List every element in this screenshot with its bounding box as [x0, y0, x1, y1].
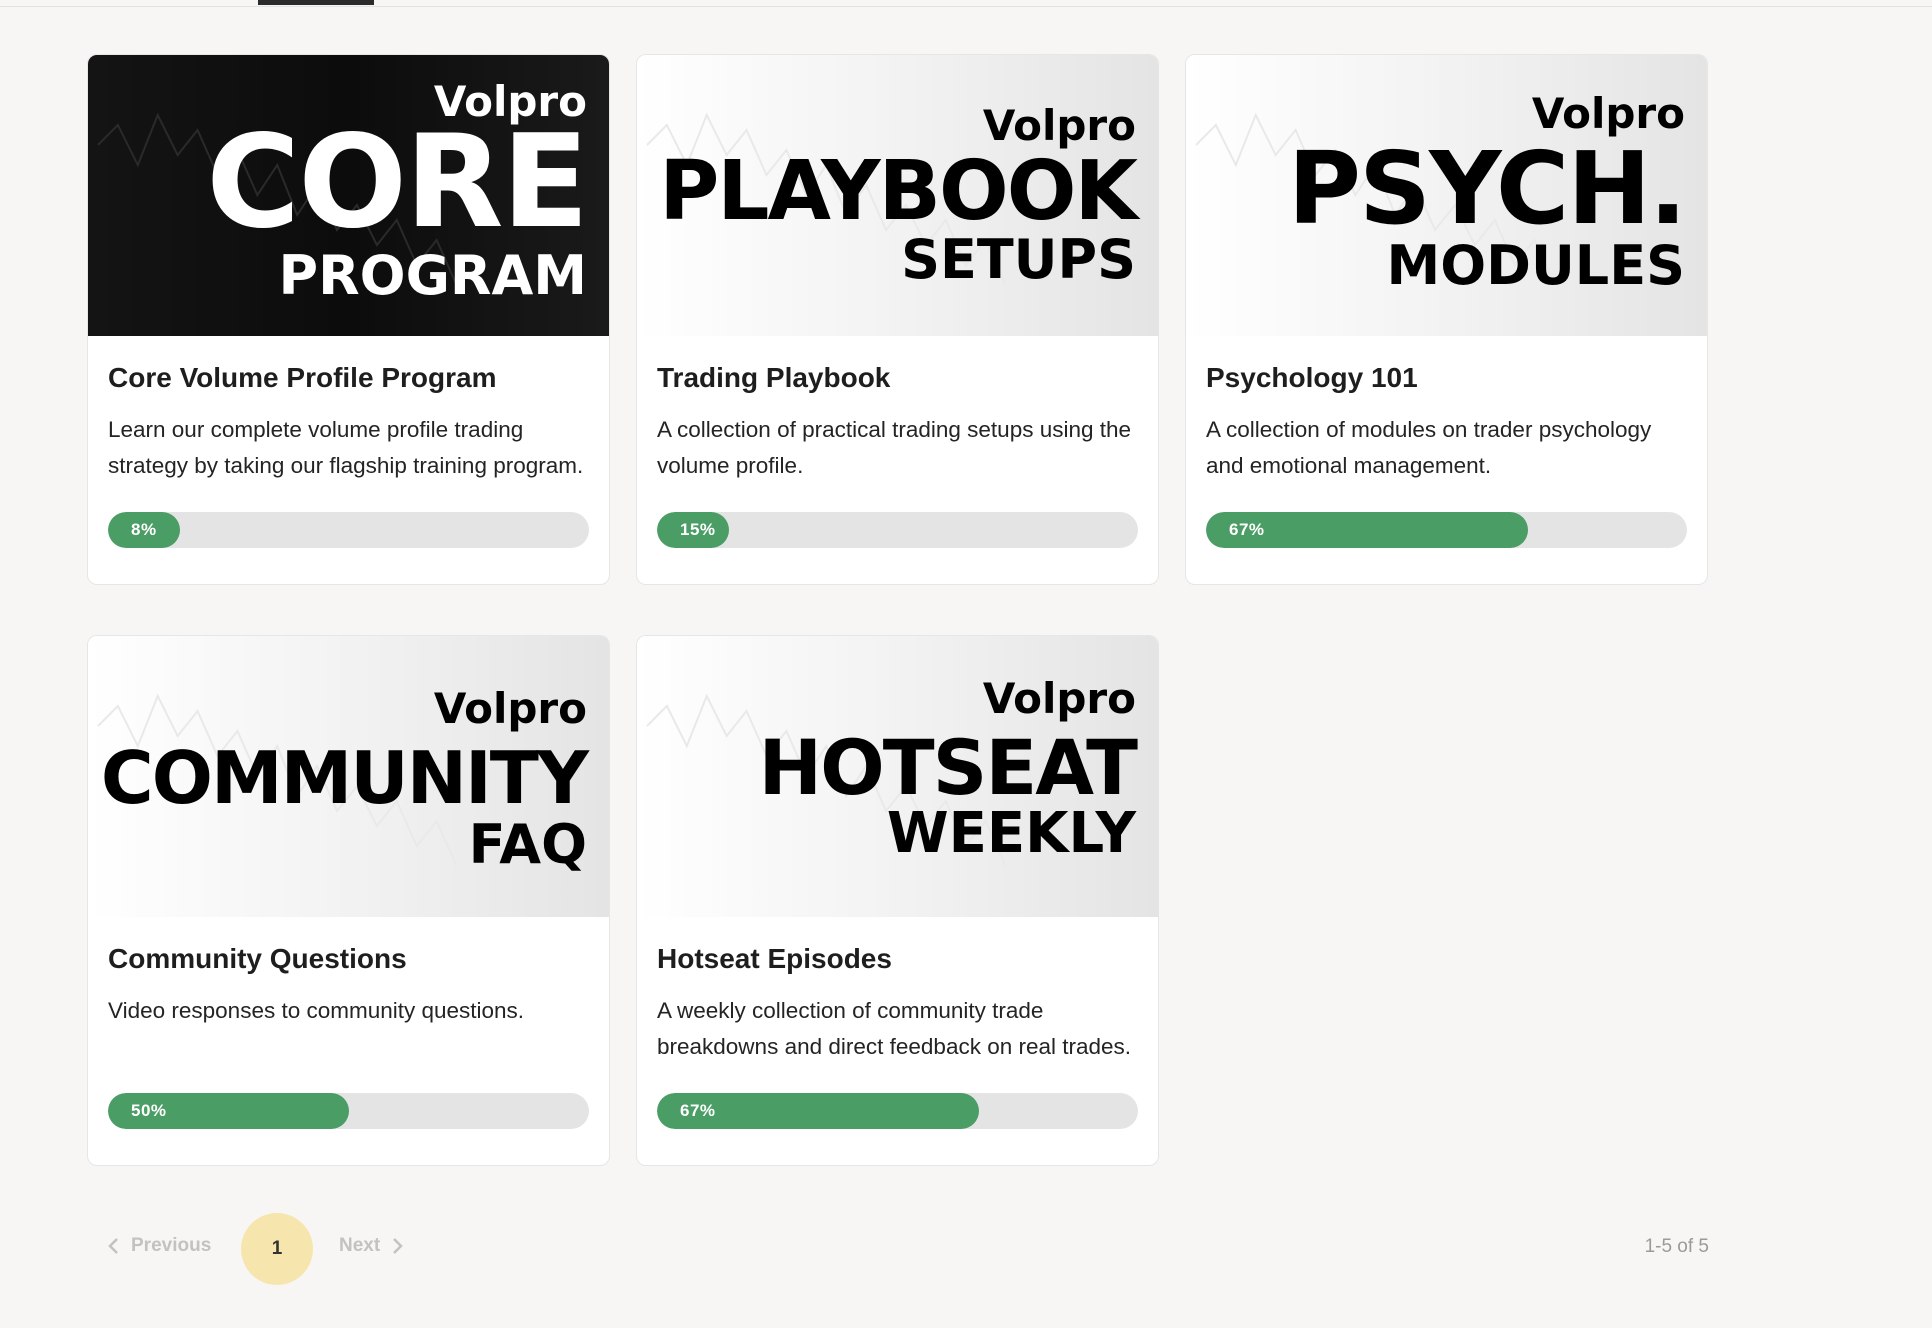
- logo-subtitle: MODULES: [1386, 234, 1685, 297]
- course-card[interactable]: Volpro PSYCH. MODULES Psychology 101 A c…: [1185, 54, 1708, 585]
- progress-fill: 67%: [1206, 512, 1529, 548]
- next-label: Next: [339, 1235, 381, 1256]
- logo-subtitle: WEEKLY: [886, 801, 1136, 866]
- logo-subtitle: PROGRAM: [278, 244, 588, 307]
- logo-brand: Volpro: [982, 101, 1136, 150]
- course-card[interactable]: Volpro CORE PROGRAM Core Volume Profile …: [87, 54, 610, 585]
- previous-page-button[interactable]: Previous: [107, 1235, 211, 1257]
- course-title[interactable]: Core Volume Profile Program: [108, 362, 589, 394]
- pagination: Previous 1 Next 1-5 of 5: [87, 1213, 1709, 1285]
- course-description: A collection of modules on trader psycho…: [1206, 417, 1652, 478]
- previous-label: Previous: [131, 1235, 212, 1256]
- progress-bar: 8%: [108, 512, 589, 548]
- course-grid: Volpro CORE PROGRAM Core Volume Profile …: [87, 54, 1709, 1166]
- page-number-button[interactable]: 1: [241, 1213, 313, 1285]
- course-logo: Volpro HOTSEAT WEEKLY: [758, 636, 1138, 917]
- course-title[interactable]: Trading Playbook: [657, 362, 1138, 394]
- logo-subtitle: FAQ: [468, 813, 587, 876]
- course-thumbnail: Volpro PSYCH. MODULES: [1186, 55, 1707, 336]
- logo-subtitle: SETUPS: [901, 228, 1136, 291]
- course-title[interactable]: Community Questions: [108, 943, 589, 975]
- course-logo: Volpro PSYCH. MODULES: [1287, 55, 1687, 336]
- logo-brand: Volpro: [1531, 89, 1685, 138]
- logo-title: CORE: [206, 108, 589, 257]
- course-description: A weekly collection of community trade b…: [657, 998, 1132, 1059]
- course-logo: Volpro CORE PROGRAM: [206, 55, 589, 336]
- course-logo: Volpro COMMUNITY FAQ: [100, 636, 589, 917]
- logo-title: PSYCH.: [1287, 130, 1687, 247]
- progress-bar: 50%: [108, 1093, 589, 1129]
- logo-title: COMMUNITY: [100, 736, 589, 820]
- chevron-right-icon: [393, 1238, 403, 1254]
- course-description: Learn our complete volume profile tradin…: [108, 417, 584, 478]
- logo-brand: Volpro: [433, 684, 587, 733]
- course-thumbnail: Volpro CORE PROGRAM: [88, 55, 609, 336]
- course-card[interactable]: Volpro COMMUNITY FAQ Community Questions…: [87, 635, 610, 1166]
- progress-bar: 67%: [657, 1093, 1138, 1129]
- course-card[interactable]: Volpro HOTSEAT WEEKLY Hotseat Episodes A…: [636, 635, 1159, 1166]
- progress-fill: 8%: [108, 512, 180, 548]
- progress-fill: 67%: [657, 1093, 980, 1129]
- progress-bar: 15%: [657, 512, 1138, 548]
- chevron-left-icon: [108, 1238, 118, 1254]
- course-thumbnail: Volpro PLAYBOOK SETUPS: [637, 55, 1158, 336]
- logo-brand: Volpro: [982, 674, 1136, 723]
- progress-fill: 50%: [108, 1093, 349, 1129]
- course-thumbnail: Volpro HOTSEAT WEEKLY: [637, 636, 1158, 917]
- logo-title: HOTSEAT: [758, 723, 1138, 812]
- logo-title: PLAYBOOK: [659, 144, 1138, 239]
- course-description: A collection of practical trading setups…: [657, 417, 1132, 478]
- course-thumbnail: Volpro COMMUNITY FAQ: [88, 636, 609, 917]
- active-tab-indicator[interactable]: [258, 0, 374, 5]
- progress-fill: 15%: [657, 512, 730, 548]
- next-page-button[interactable]: Next: [339, 1235, 404, 1257]
- course-title[interactable]: Hotseat Episodes: [657, 943, 1138, 975]
- progress-bar: 67%: [1206, 512, 1687, 548]
- course-description: Video responses to community questions.: [108, 998, 525, 1023]
- course-title[interactable]: Psychology 101: [1206, 362, 1687, 394]
- top-tab-bar: [0, 0, 1932, 7]
- course-logo: Volpro PLAYBOOK SETUPS: [659, 55, 1138, 336]
- course-card[interactable]: Volpro PLAYBOOK SETUPS Trading Playbook …: [636, 54, 1159, 585]
- result-count: 1-5 of 5: [1644, 1236, 1709, 1257]
